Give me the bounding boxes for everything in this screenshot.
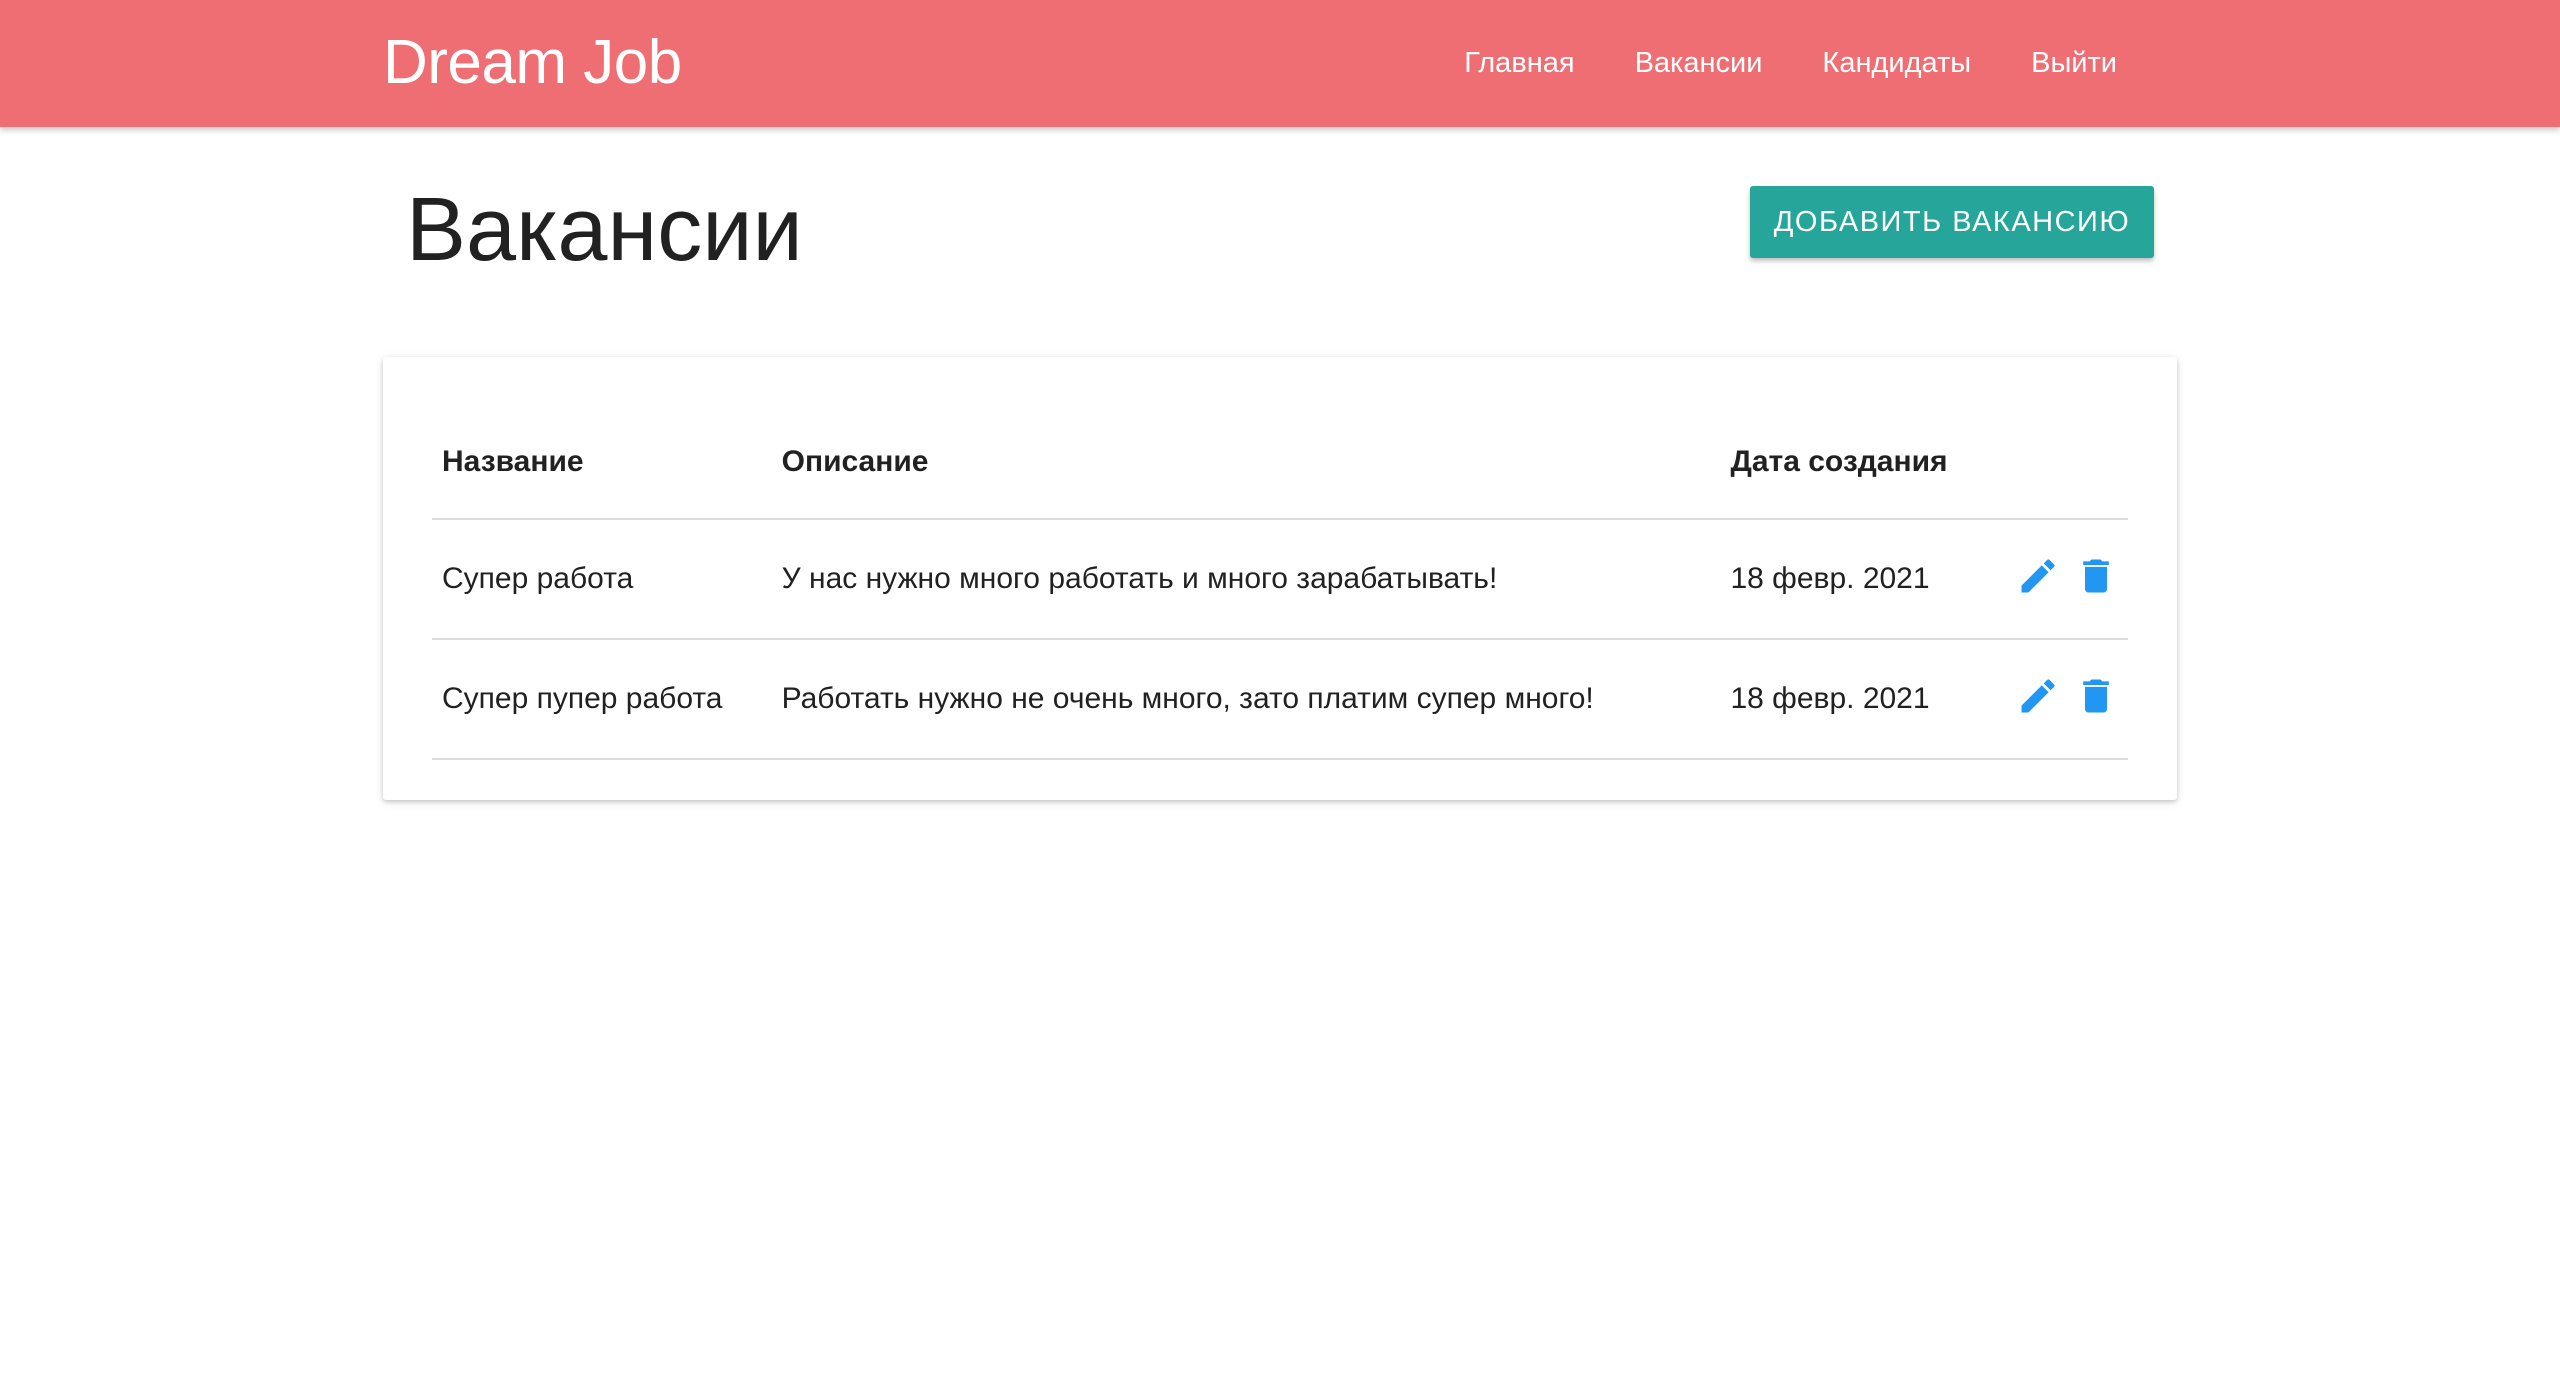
header-created: Дата создания [1720, 406, 2006, 520]
pencil-icon[interactable] [2016, 554, 2060, 598]
header-description: Описание [771, 406, 1721, 520]
trash-icon[interactable] [2074, 674, 2118, 718]
brand-logo[interactable]: Dream Job [383, 28, 682, 98]
nav-link-vacancies[interactable]: Вакансии [1605, 0, 1793, 127]
nav-link-logout[interactable]: Выйти [2001, 0, 2147, 127]
navbar: Dream Job Главная Вакансии Кандидаты Вый… [0, 0, 2560, 127]
cell-actions [2005, 519, 2128, 640]
cell-description: У нас нужно много работать и много зараб… [771, 519, 1721, 640]
cell-actions [2005, 639, 2128, 760]
pencil-icon[interactable] [2016, 674, 2060, 718]
table-header-row: Название Описание Дата создания [432, 406, 2128, 520]
header-actions [2005, 406, 2128, 520]
cell-name: Супер пупер работа [432, 639, 772, 760]
header-name: Название [432, 406, 772, 520]
cell-description: Работать нужно не очень много, зато плат… [771, 639, 1721, 760]
vacancies-table: Название Описание Дата создания Супер ра… [432, 406, 2128, 760]
page-title: Вакансии [406, 180, 803, 280]
add-vacancy-button[interactable]: Добавить вакансию [1750, 186, 2154, 258]
nav-links: Главная Вакансии Кандидаты Выйти [1434, 0, 2147, 127]
cell-name: Супер работа [432, 519, 772, 640]
vacancies-card: Название Описание Дата создания Супер ра… [383, 357, 2177, 800]
nav-link-candidates[interactable]: Кандидаты [1792, 0, 2001, 127]
trash-icon[interactable] [2074, 554, 2118, 598]
table-row: Супер работа У нас нужно много работать … [432, 519, 2128, 640]
cell-created: 18 февр. 2021 [1720, 639, 2006, 760]
cell-created: 18 февр. 2021 [1720, 519, 2006, 640]
nav-link-home[interactable]: Главная [1434, 0, 1604, 127]
table-row: Супер пупер работа Работать нужно не оче… [432, 639, 2128, 760]
